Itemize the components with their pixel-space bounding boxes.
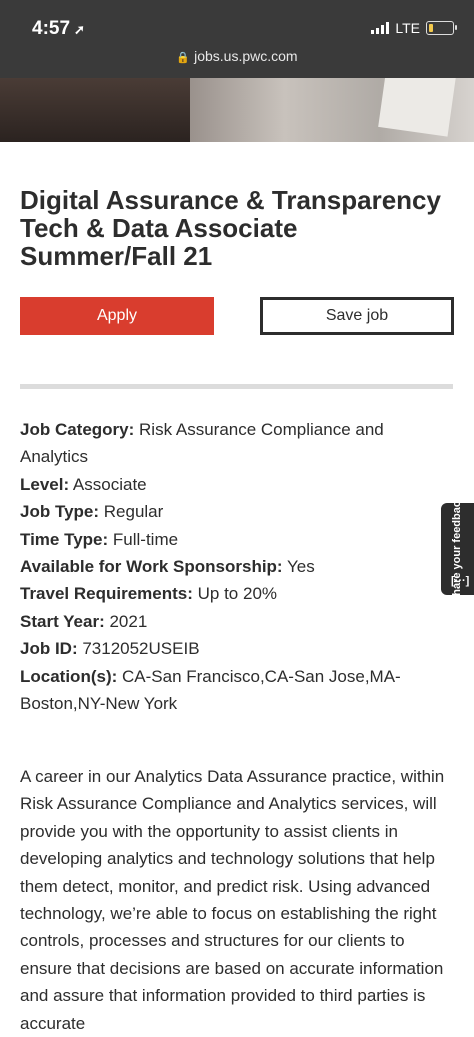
detail-start-year: Start Year: 2021 (20, 611, 148, 631)
url-text: jobs.us.pwc.com (194, 48, 298, 64)
detail-job-type: Job Type: Regular (20, 502, 164, 522)
detail-level: Level: Associate (20, 474, 147, 494)
location-arrow-icon: ➚ (74, 22, 85, 37)
network-type: LTE (395, 20, 420, 36)
battery-icon (426, 21, 457, 35)
lock-icon: 🔒 (176, 52, 191, 64)
status-bar: 4:57 ➚ LTE 🔒 jobs.us.pwc.com (0, 0, 474, 78)
job-details: Job Category: Risk Assurance Compliance … (20, 416, 440, 717)
address-bar[interactable]: 🔒 jobs.us.pwc.com (0, 48, 474, 64)
clock: 4:57 ➚ (32, 18, 85, 39)
detail-sponsorship: Available for Work Sponsorship: Yes (20, 557, 315, 577)
apply-button[interactable]: Apply (20, 297, 214, 335)
detail-locations: Location(s): CA-San Francisco,CA-San Jos… (20, 666, 401, 714)
job-description: A career in our Analytics Data Assurance… (20, 767, 445, 1033)
feedback-icon: [···] (451, 575, 470, 587)
detail-travel: Travel Requirements: Up to 20% (20, 584, 278, 604)
job-title: Digital Assurance & Transparency Tech & … (20, 185, 441, 271)
detail-time-type: Time Type: Full-time (20, 529, 179, 549)
signal-bars-icon (371, 22, 390, 34)
hero-image (0, 78, 474, 142)
section-divider (20, 384, 453, 389)
feedback-tab[interactable]: Share your feedback [···] (441, 495, 474, 603)
status-indicators: LTE (371, 20, 457, 36)
detail-job-id: Job ID: 7312052USEIB (20, 639, 200, 659)
detail-job-category: Job Category: Risk Assurance Compliance … (20, 420, 384, 467)
save-job-button[interactable]: Save job (260, 297, 454, 335)
